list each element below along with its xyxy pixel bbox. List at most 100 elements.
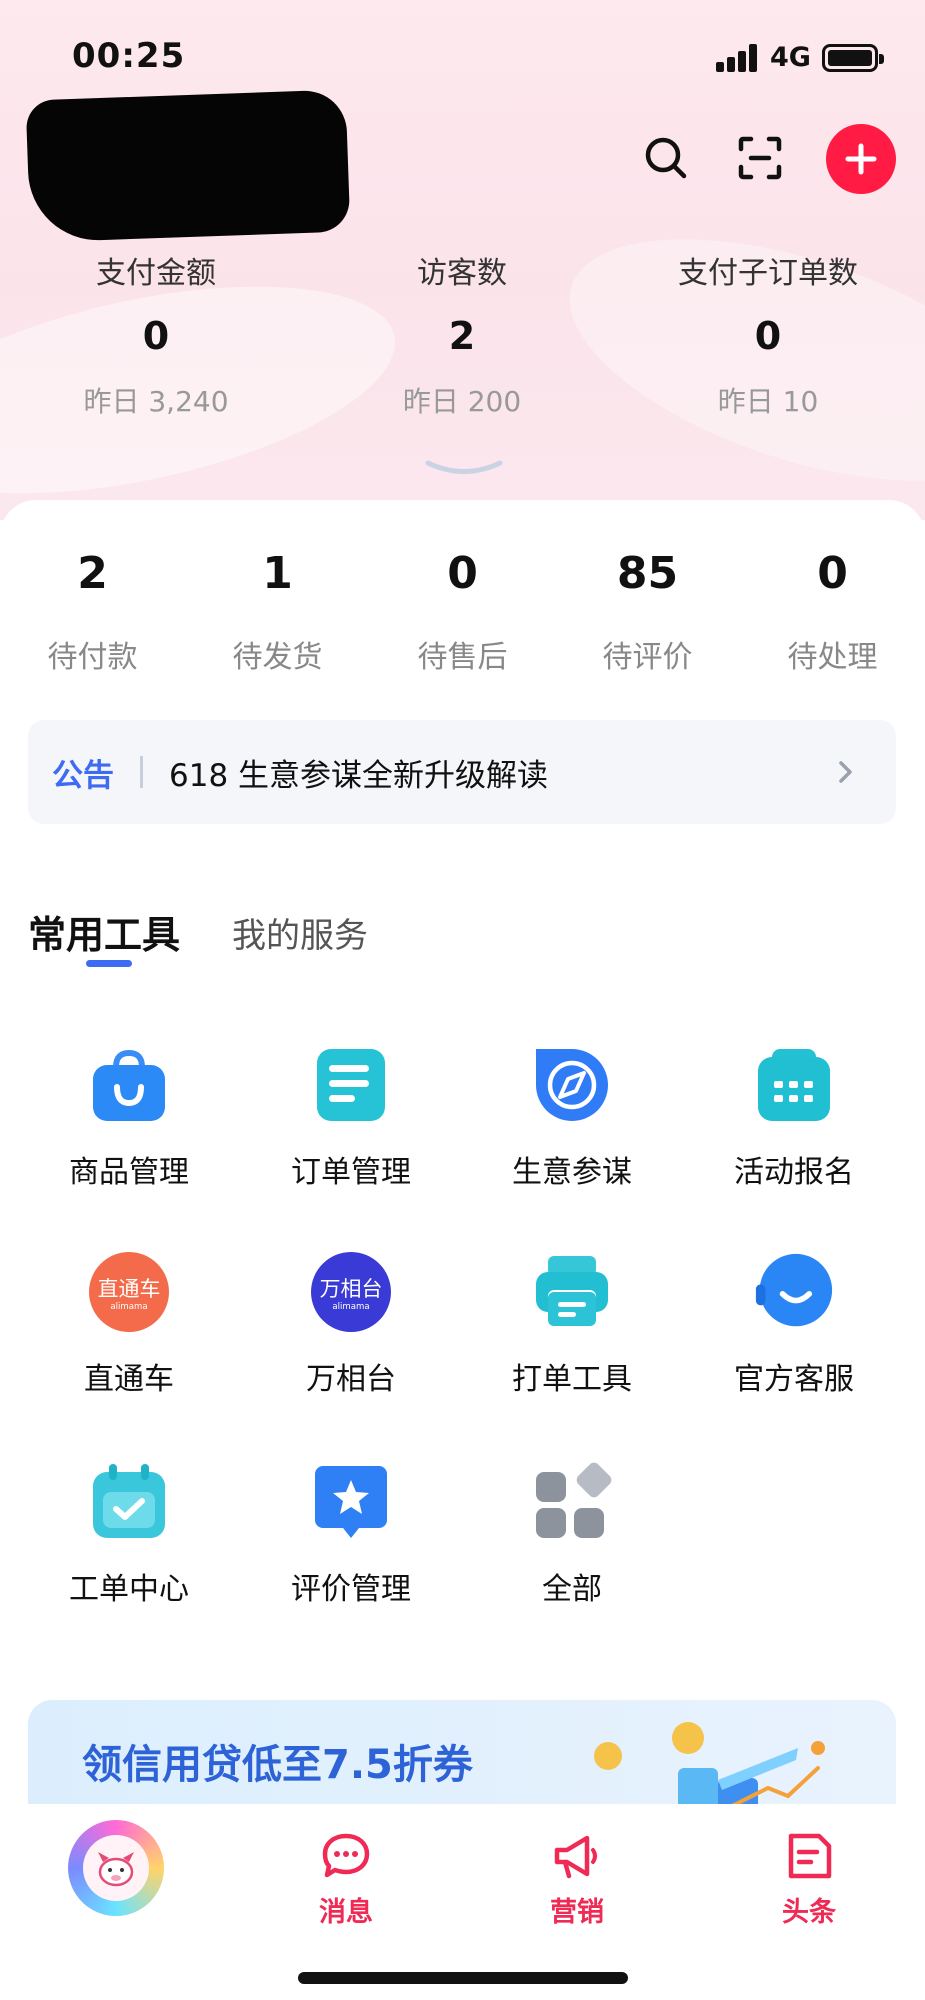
order-stat-pending-handle[interactable]: 0 待处理 — [740, 548, 925, 676]
nav-messages[interactable]: 消息 — [286, 1830, 406, 1929]
metric-value: 2 — [448, 314, 476, 358]
redacted-shop-name — [25, 89, 351, 243]
tool-label: 全部 — [542, 1572, 602, 1607]
order-label: 待处理 — [787, 640, 878, 675]
order-stat-pending-review[interactable]: 85 待评价 — [555, 548, 740, 676]
banner-illustration — [594, 1722, 825, 1810]
svg-text:alimama: alimama — [332, 1302, 369, 1312]
metric-yesterday: 昨日 10 — [717, 385, 819, 418]
chat-bubble-icon — [320, 1830, 372, 1882]
metric-label: 支付子订单数 — [678, 256, 858, 291]
tool-ztc[interactable]: 直通车 alimama 直通车 — [18, 1252, 240, 1398]
home-indicator[interactable] — [298, 1972, 628, 1984]
all-apps-icon — [532, 1462, 612, 1542]
tool-product-management[interactable]: 商品管理 — [18, 1045, 240, 1191]
metric-yesterday: 昨日 200 — [402, 385, 522, 418]
order-count: 1 — [262, 548, 293, 599]
metric-value: 0 — [142, 314, 170, 358]
tool-label: 生意参谋 — [512, 1155, 632, 1190]
compass-icon — [532, 1045, 612, 1125]
tool-label: 打单工具 — [512, 1362, 632, 1397]
printer-icon — [532, 1252, 612, 1332]
metric-yesterday: 昨日 3,240 — [83, 385, 229, 418]
order-count: 85 — [616, 548, 679, 599]
order-label: 待发货 — [232, 640, 323, 675]
network-type: 4G — [770, 42, 811, 73]
add-button[interactable] — [826, 124, 896, 194]
metric-visitors[interactable]: 访客数 2 昨日 200 — [309, 248, 615, 420]
ztc-logo-icon: 直通车 alimama — [89, 1252, 169, 1332]
announcement-text: 618 生意参谋全新升级解读 — [169, 757, 549, 794]
nav-label: 营销 — [550, 1897, 604, 1928]
order-list-icon — [311, 1045, 391, 1125]
tool-label: 评价管理 — [291, 1572, 411, 1607]
metric-label: 支付金额 — [96, 256, 216, 291]
bottom-navigation: 消息 营销 头条 — [0, 1804, 925, 2000]
scan-icon[interactable] — [724, 122, 796, 194]
status-bar: 00:25 4G — [0, 0, 925, 110]
shopping-bag-icon — [89, 1045, 169, 1125]
tool-label: 工单中心 — [69, 1572, 189, 1607]
order-count: 2 — [77, 548, 108, 599]
tool-business-advisor[interactable]: 生意参谋 — [461, 1045, 683, 1191]
tab-active-indicator — [86, 960, 132, 967]
nav-label: 消息 — [319, 1897, 373, 1928]
order-label: 待评价 — [602, 640, 693, 675]
battery-icon — [822, 44, 884, 72]
tool-label: 直通车 — [84, 1362, 174, 1397]
svg-text:alimama: alimama — [110, 1302, 147, 1312]
sales-metrics: 支付金额 0 昨日 3,240 访客数 2 昨日 200 支付子订单数 0 昨日… — [0, 248, 925, 420]
calendar-check-icon — [89, 1462, 169, 1542]
star-badge-icon — [311, 1462, 391, 1542]
search-icon[interactable] — [630, 122, 702, 194]
banner-text: 领信用贷低至7.5折券 — [82, 1742, 473, 1788]
svg-text:万相台: 万相台 — [320, 1277, 383, 1301]
chevron-right-icon — [832, 759, 858, 785]
nav-headlines[interactable]: 头条 — [749, 1830, 869, 1929]
avatar[interactable] — [68, 1820, 164, 1916]
tool-wxt[interactable]: 万相台 alimama 万相台 — [240, 1252, 462, 1398]
megaphone-icon — [551, 1830, 603, 1882]
tool-review-management[interactable]: 评价管理 — [240, 1462, 462, 1608]
tool-event-signup[interactable]: 活动报名 — [683, 1045, 905, 1191]
tab-common-tools[interactable]: 常用工具 — [28, 904, 180, 959]
announcement-bar[interactable]: 公告 618 生意参谋全新升级解读 — [28, 720, 896, 824]
tool-print-orders[interactable]: 打单工具 — [461, 1252, 683, 1398]
metric-payment-amount[interactable]: 支付金额 0 昨日 3,240 — [3, 248, 309, 420]
promo-banner[interactable]: 领信用贷低至7.5折券 — [28, 1700, 896, 1810]
order-count: 0 — [447, 548, 478, 599]
order-stat-pending-shipment[interactable]: 1 待发货 — [185, 548, 370, 676]
tool-customer-service[interactable]: 官方客服 — [683, 1252, 905, 1398]
metric-sub-orders[interactable]: 支付子订单数 0 昨日 10 — [615, 248, 921, 420]
tool-all[interactable]: 全部 — [461, 1462, 683, 1608]
expand-chevron-icon[interactable] — [424, 458, 504, 480]
tool-ticket-center[interactable]: 工单中心 — [18, 1462, 240, 1608]
tool-label: 活动报名 — [734, 1155, 854, 1190]
metric-value: 0 — [754, 314, 782, 358]
status-time: 00:25 — [72, 36, 186, 76]
tool-label: 订单管理 — [291, 1155, 411, 1190]
order-stats: 2 待付款 1 待发货 0 待售后 85 待评价 0 待处理 — [0, 548, 925, 676]
tool-label: 万相台 — [306, 1362, 396, 1397]
tool-label: 官方客服 — [734, 1362, 854, 1397]
svg-text:直通车: 直通车 — [98, 1277, 161, 1301]
news-icon — [783, 1830, 835, 1882]
order-label: 待付款 — [47, 640, 138, 675]
mascot-icon — [83, 1835, 149, 1901]
nav-marketing[interactable]: 营销 — [517, 1830, 637, 1929]
divider — [140, 756, 143, 788]
announcement-tag: 公告 — [52, 757, 114, 794]
tab-my-services[interactable]: 我的服务 — [232, 908, 368, 957]
order-count: 0 — [817, 548, 848, 599]
headset-icon — [754, 1252, 834, 1332]
tool-label: 商品管理 — [69, 1155, 189, 1190]
nav-label: 头条 — [782, 1897, 836, 1928]
order-stat-pending-payment[interactable]: 2 待付款 — [0, 548, 185, 676]
calendar-grid-icon — [754, 1045, 834, 1125]
signal-icon — [716, 44, 760, 72]
order-stat-after-sale[interactable]: 0 待售后 — [370, 548, 555, 676]
order-label: 待售后 — [417, 640, 508, 675]
wxt-logo-icon: 万相台 alimama — [311, 1252, 391, 1332]
metric-label: 访客数 — [417, 256, 507, 291]
tool-order-management[interactable]: 订单管理 — [240, 1045, 462, 1191]
